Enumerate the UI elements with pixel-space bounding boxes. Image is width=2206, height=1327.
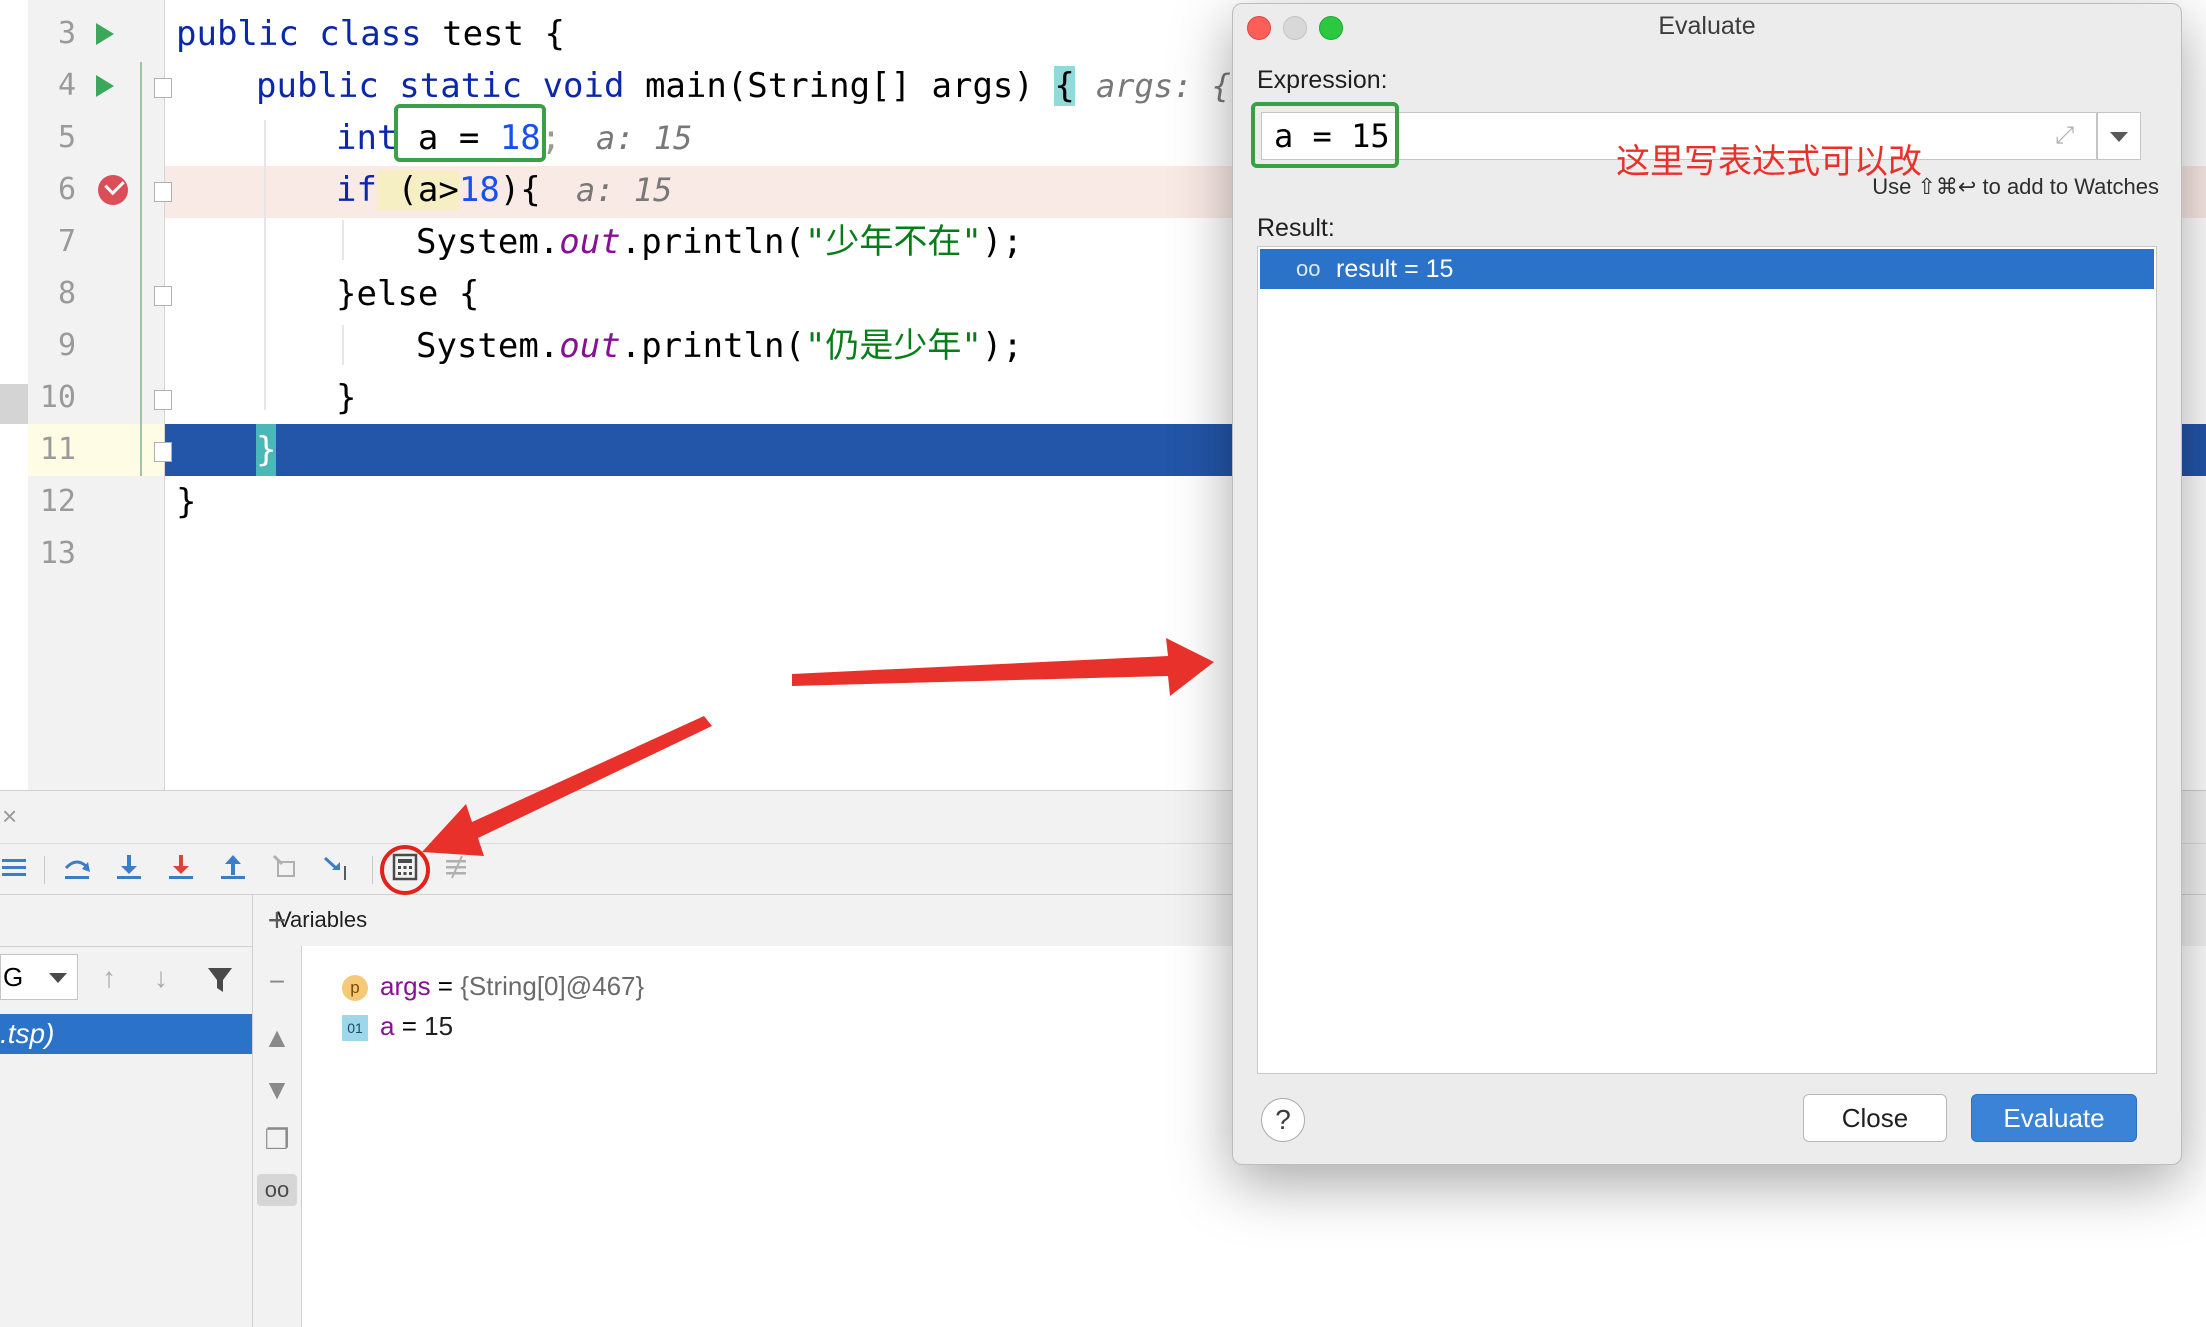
variables-side-toolbar: − ▲ ▼ ❐ oo: [253, 946, 302, 1327]
line-number: 10: [39, 380, 76, 415]
variable-name: args: [380, 971, 431, 1001]
inline-value-hint: a: 15: [596, 119, 693, 157]
thread-select[interactable]: G: [0, 954, 78, 1000]
close-icon[interactable]: ×: [2, 801, 17, 832]
line-number: 13: [39, 536, 76, 571]
step-out-icon[interactable]: [216, 852, 250, 886]
line-number: 8: [57, 276, 76, 311]
code-text: }else {: [336, 274, 480, 314]
variable-equals: =: [394, 1011, 425, 1041]
move-down-icon[interactable]: ▼: [261, 1074, 293, 1106]
step-into-icon[interactable]: [112, 852, 146, 886]
line-number: 12: [39, 484, 76, 519]
line-number: 6: [57, 172, 76, 207]
filter-icon[interactable]: [206, 966, 234, 999]
trace-stream-icon[interactable]: [440, 852, 474, 886]
run-icon[interactable]: [96, 23, 114, 45]
evaluate-button[interactable]: Evaluate: [1971, 1094, 2137, 1142]
annotation-box-code: [394, 104, 546, 162]
breakpoint-icon[interactable]: [98, 174, 128, 205]
fold-icon[interactable]: [154, 286, 172, 306]
annotation-box-expression: [1251, 102, 1399, 168]
code-text: System.out.println("少年不在");: [416, 222, 1023, 262]
menu-icon[interactable]: [0, 852, 34, 886]
arrow-down-icon[interactable]: ↓: [154, 962, 168, 994]
help-button[interactable]: ?: [1261, 1098, 1305, 1142]
line-number: 5: [57, 120, 76, 155]
line-number: 11: [39, 432, 76, 467]
code-text: if (a>18){: [336, 170, 541, 210]
fold-icon[interactable]: [154, 442, 172, 462]
variable-value: {String[0]@467}: [460, 971, 645, 1001]
result-label: Result:: [1257, 214, 1335, 242]
close-button[interactable]: Close: [1803, 1094, 1947, 1142]
frames-pane: G ↑ ↓ .tsp): [0, 894, 253, 1327]
primitive-icon: 01: [342, 1015, 368, 1042]
chevron-down-icon: [49, 973, 67, 983]
line-number: 3: [57, 16, 76, 51]
dialog-title: Evaluate: [1658, 12, 1756, 40]
annotation-note: 这里写表达式可以改: [1616, 142, 1922, 182]
step-over-icon[interactable]: [60, 852, 94, 886]
expression-history-dropdown[interactable]: [2097, 112, 2141, 160]
force-step-into-icon[interactable]: [164, 852, 198, 886]
expand-icon[interactable]: ⤢: [2055, 122, 2074, 150]
line-number: 9: [57, 328, 76, 363]
inline-value-hint: a: 15: [576, 171, 673, 209]
thread-select-value: G: [3, 962, 24, 992]
frame-row-selected[interactable]: .tsp): [0, 1014, 252, 1054]
result-text: result = 15: [1336, 255, 1454, 283]
code-text: System.out.println("仍是少年");: [416, 326, 1023, 366]
inline-value-hint: args: {: [1096, 67, 1231, 105]
run-to-cursor-icon[interactable]: [320, 852, 354, 886]
add-icon[interactable]: +: [261, 894, 293, 946]
variable-value: 15: [424, 1011, 454, 1041]
frame-label: .tsp): [0, 1018, 55, 1049]
fold-icon[interactable]: [154, 78, 172, 98]
code-text: }: [256, 424, 277, 476]
result-row[interactable]: oo result = 15: [1260, 249, 2154, 289]
variable-equals: =: [430, 971, 461, 1001]
line-number: 4: [57, 68, 76, 103]
copy-icon[interactable]: ❐: [261, 1124, 293, 1156]
expression-label: Expression:: [1257, 66, 1388, 94]
toolbar-divider: [44, 856, 45, 884]
drop-frame-icon[interactable]: [268, 852, 302, 886]
parameter-icon: p: [342, 975, 368, 1002]
variable-row[interactable]: 01 a = 15: [342, 1006, 453, 1046]
arrow-up-icon[interactable]: ↑: [102, 962, 116, 994]
toolbar-divider: [372, 856, 373, 884]
minus-icon[interactable]: −: [261, 966, 293, 998]
run-icon[interactable]: [96, 75, 114, 97]
variable-row[interactable]: p args = {String[0]@467}: [342, 966, 644, 1006]
move-up-icon[interactable]: ▲: [261, 1022, 293, 1054]
annotation-circle: [380, 845, 430, 895]
code-text: public class test {: [176, 14, 565, 54]
frames-header: [0, 894, 252, 947]
fold-icon[interactable]: [154, 182, 172, 202]
code-text: }: [336, 378, 357, 418]
code-text: }: [176, 482, 197, 522]
code-text: public static void main(String[] args) {: [256, 66, 1075, 106]
glasses-icon[interactable]: oo: [257, 1174, 297, 1206]
glasses-icon: oo: [1296, 256, 1321, 281]
result-tree[interactable]: oo result = 15: [1257, 246, 2157, 1074]
variable-name: a: [380, 1011, 395, 1041]
line-number: 7: [57, 224, 76, 259]
fold-icon[interactable]: [154, 390, 172, 410]
